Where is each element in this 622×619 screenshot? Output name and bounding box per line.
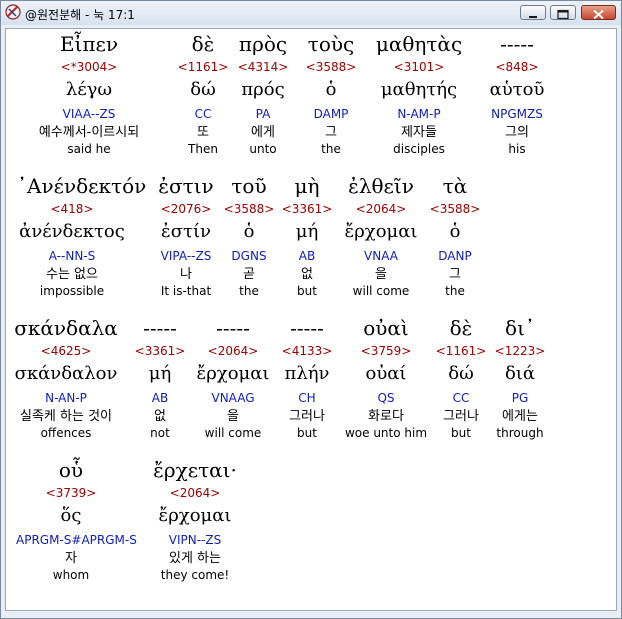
word-block[interactable]: μαθητὰς <3101> μαθητής N-AM-P 제자들 discip… [364,30,474,157]
parse-code: VIPN--ZS [168,533,222,547]
lemma: ἀνένδεκτος [19,221,125,242]
app-logo-icon [5,4,21,20]
title-bar[interactable]: @원전분해 - 눅 17:1 [1,1,621,25]
greek-word: ----- [500,32,534,56]
maximize-button[interactable] [550,5,576,20]
english-gloss: disciples [393,142,445,156]
parse-code: DANP [438,249,472,263]
close-icon [593,9,604,20]
interlinear-panel[interactable]: Εἶπεν <*3004> λέγω VIAA--ZS 예수께서-이르시되 sa… [5,28,617,611]
korean-gloss: 그의 [505,125,529,140]
english-gloss: through [496,426,544,440]
parse-code: N-AM-P [397,107,441,121]
greek-word: μαθητὰς [375,32,463,56]
strong-number: <2064> [169,486,221,500]
close-button[interactable] [581,5,616,20]
lemma: διά [504,363,536,384]
parse-code: APRGM-S#APRGM-S [16,533,137,547]
greek-word: ᾿Ανένδεκτόν [17,174,147,198]
korean-gloss: 제자들 [401,125,437,140]
word-block[interactable]: τὰ <3588> ὁ DANP 그 the [400,172,510,299]
word-block[interactable]: Εἶπεν <*3004> λέγω VIAA--ZS 예수께서-이르시되 sa… [34,30,144,157]
lemma: μαθητής [380,79,458,100]
word-block[interactable]: ἔρχεται· <2064> ἔρχομαι VIPN--ZS 있게 하는 t… [140,456,250,583]
greek-word: τὰ [442,174,468,198]
korean-gloss: 예수께서-이르시되 [38,125,140,140]
english-gloss: said he [67,142,111,156]
greek-word: δι᾽ [505,316,535,340]
english-gloss: impossible [39,284,105,298]
greek-word: ἔρχεται· [153,458,237,482]
english-gloss: his [508,142,526,156]
english-gloss: the [445,284,465,298]
strong-number: <848> [495,60,539,74]
strong-number: <1223> [494,344,546,358]
korean-gloss: 에게는 [502,409,538,424]
parse-code: PG [511,391,529,405]
greek-word: οὗ [58,458,84,482]
parse-code: A--NN-S [48,249,96,263]
parse-code: NPGMZS [491,107,543,121]
app-window: @원전분해 - 눅 17:1 Εἶπεν <*3004> λέγω VIAA--… [0,0,622,619]
english-gloss: they come! [160,568,230,582]
word-block[interactable]: ᾿Ανένδεκτόν <418> ἀνένδεκτος A--NN-S 수는 … [17,172,147,299]
lemma: ὁ [449,221,461,242]
word-block[interactable]: οὗ <3739> ὅς APRGM-S#APRGM-S 자 whom [16,456,137,583]
strong-number: <3101> [393,60,445,74]
korean-gloss: 그 [449,267,461,282]
parse-code: VIAA--ZS [62,107,116,121]
minimize-icon [529,16,537,18]
maximize-icon [557,9,569,20]
window-title: @원전분해 - 눅 17:1 [25,8,135,22]
lemma: λέγω [65,79,113,100]
strong-number: <3588> [429,202,481,216]
strong-number: <*3004> [60,60,118,74]
lemma: αὑτοῦ [489,79,545,100]
korean-gloss: 수는 없으 [46,267,98,282]
strong-number: <3739> [45,486,97,500]
word-block[interactable]: δι᾽ <1223> διά PG 에게는 through [465,314,575,441]
minimize-button[interactable] [520,5,546,20]
lemma: ὅς [60,505,82,526]
lemma: ἔρχομαι [158,505,232,526]
english-gloss: whom [52,568,90,582]
korean-gloss: 있게 하는 [169,551,221,566]
korean-gloss: 자 [65,551,77,566]
strong-number: <418> [50,202,94,216]
greek-word: Εἶπεν [59,32,119,56]
word-block[interactable]: ----- <848> αὑτοῦ NPGMZS 그의 his [462,30,572,157]
